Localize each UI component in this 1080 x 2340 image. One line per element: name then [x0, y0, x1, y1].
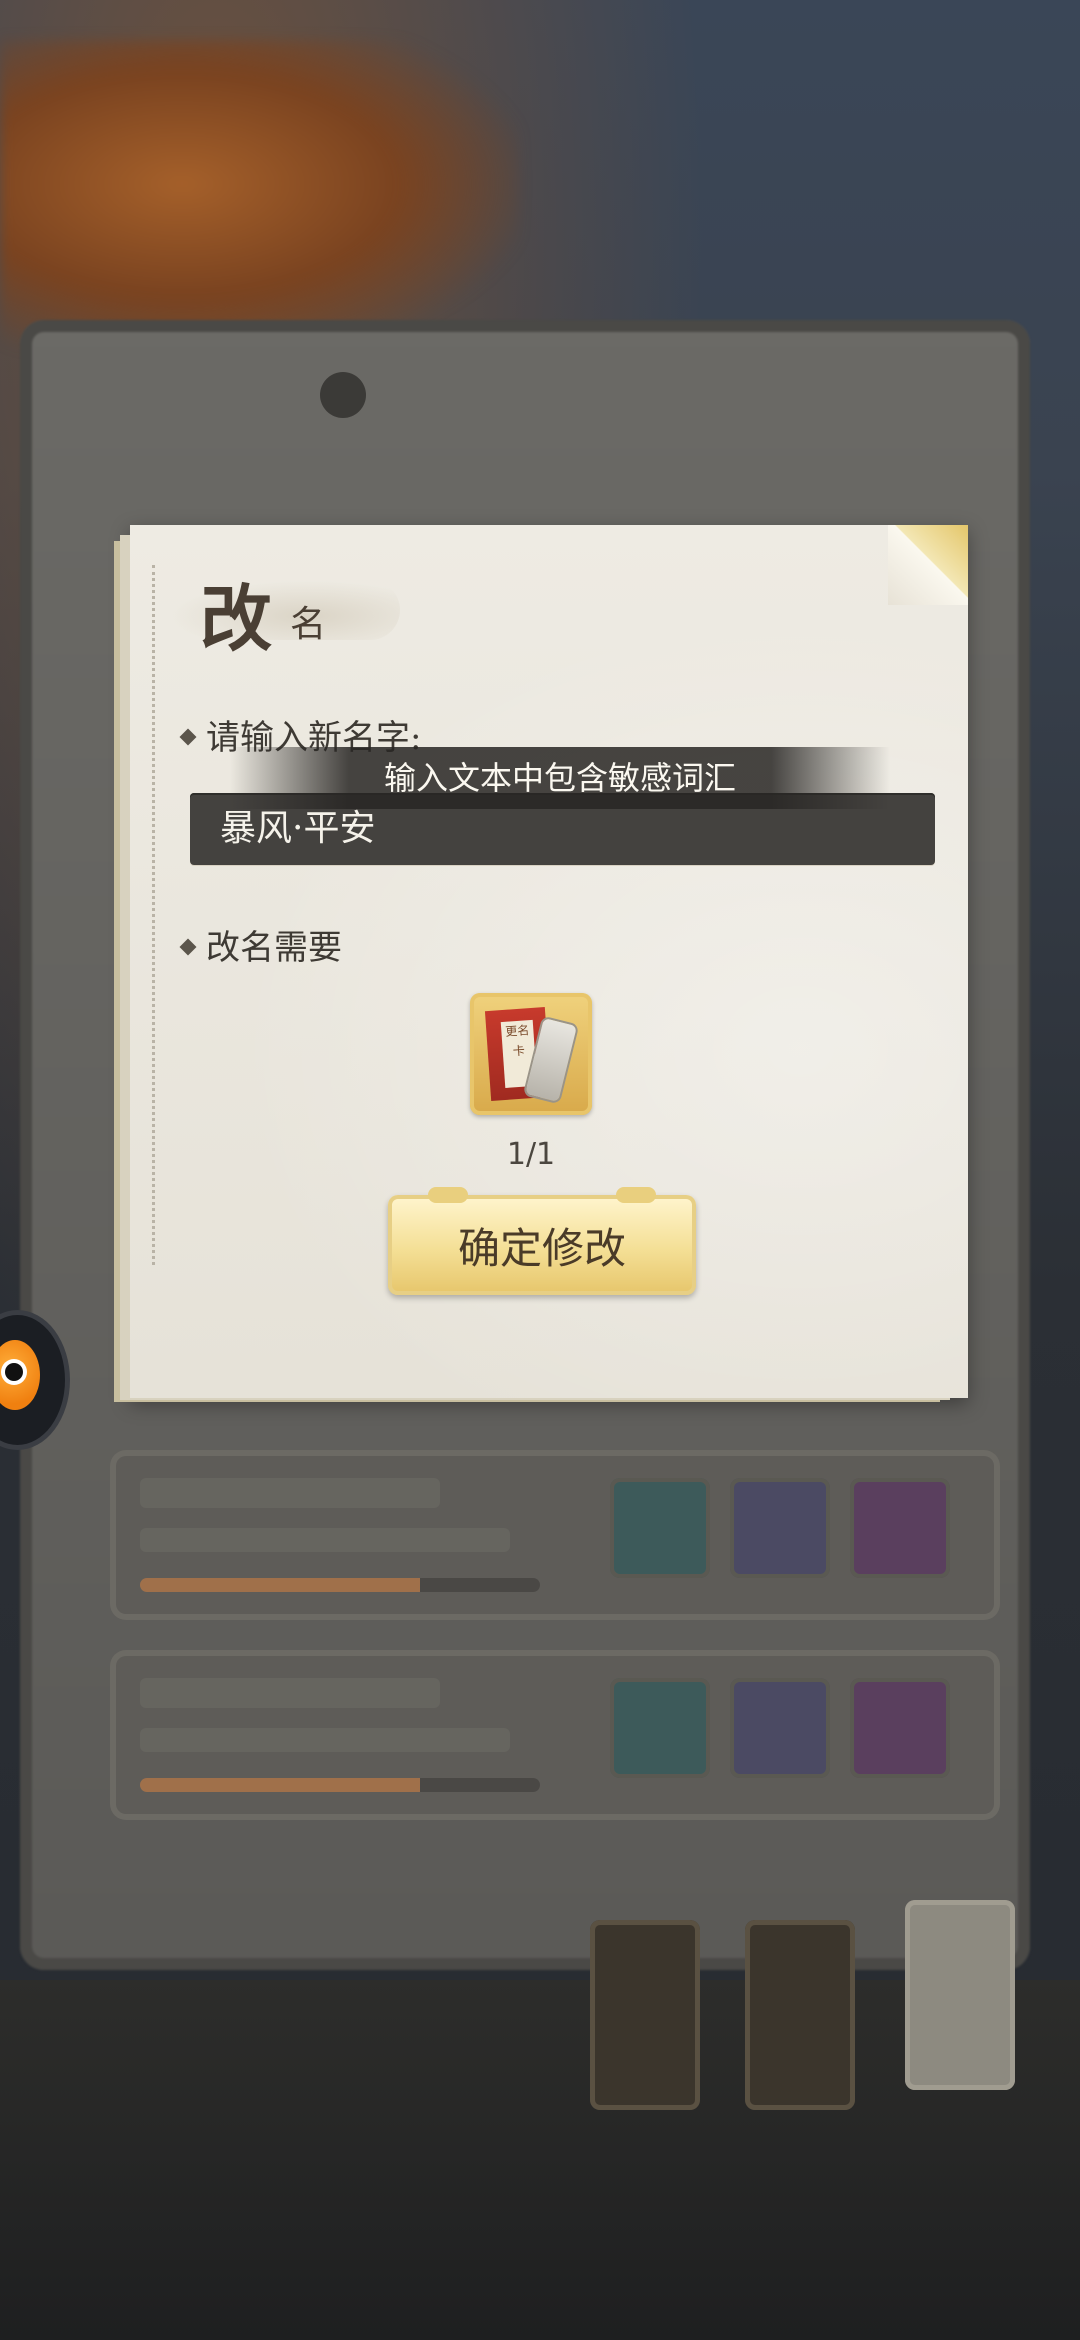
diamond-bullet-icon: [179, 728, 197, 746]
background-task-row: [110, 1650, 1000, 1820]
background-tab: [590, 1920, 700, 2110]
spine-dots: [152, 565, 159, 1265]
autumn-tree: [0, 40, 520, 360]
confirm-rename-button[interactable]: 确定修改: [388, 1187, 696, 1295]
page-corner-fold: [888, 525, 968, 605]
background-tab: [745, 1920, 855, 2110]
help-icon: [320, 372, 366, 418]
requirement-label: 改名需要: [179, 920, 342, 969]
dialog-title-sub: 名: [290, 604, 327, 645]
item-count: 1/1: [506, 1137, 556, 1172]
background-task-row: [110, 1450, 1000, 1620]
background-tab: [905, 1900, 1015, 2090]
confirm-rename-label: 确定修改: [457, 1223, 626, 1273]
dialog-title-main: 改: [200, 576, 273, 661]
rename-card-icon[interactable]: 更名卡: [470, 993, 592, 1115]
diamond-bullet-icon: [179, 938, 197, 956]
rename-dialog: ​ 改 名 请输入新名字: 暴风·平安 输入文本中包含敏感词汇 改名需要 更名卡…: [130, 525, 968, 1398]
sensitive-word-toast: 输入文本中包含敏感词汇: [230, 747, 890, 809]
